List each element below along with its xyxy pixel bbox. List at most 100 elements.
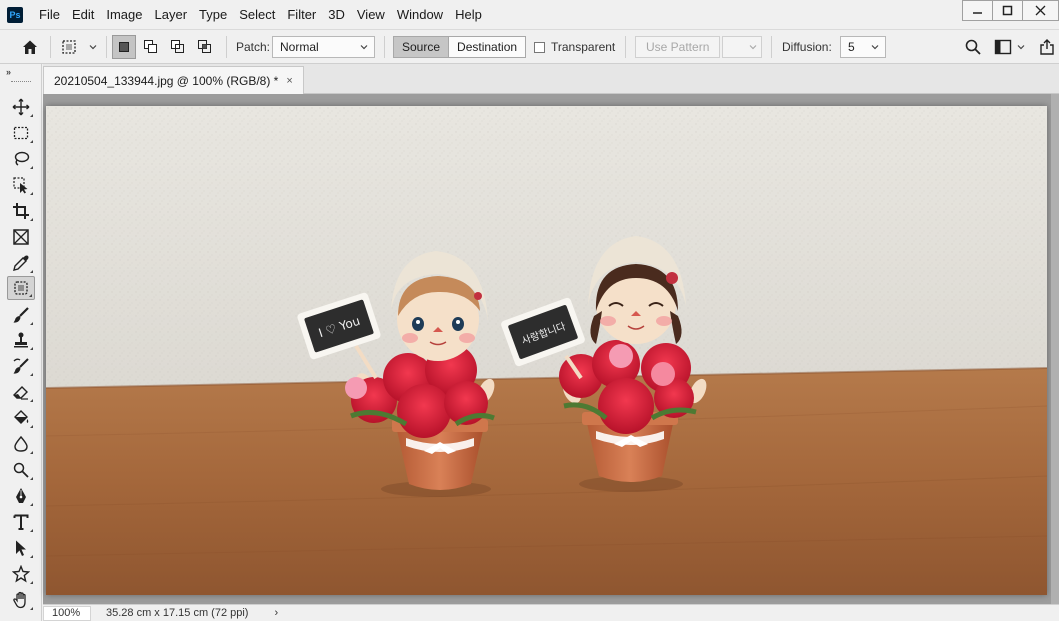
pen-icon [16,488,26,503]
subtract-from-selection-button[interactable] [166,35,190,59]
close-icon [1035,5,1046,16]
menu-3d[interactable]: 3D [322,0,351,29]
source-button[interactable]: Source [394,37,449,57]
pen-tool[interactable] [7,484,35,508]
menu-view[interactable]: View [351,0,391,29]
move-tool[interactable] [7,95,35,119]
eraser-tool[interactable] [7,380,35,404]
chevron-down-icon [89,45,97,50]
pattern-picker[interactable] [722,36,762,58]
patch-tool[interactable] [7,276,35,300]
menu-image[interactable]: Image [100,0,148,29]
diffusion-label: Diffusion: [782,40,832,54]
workspace-switcher[interactable] [994,30,1026,64]
document-tab[interactable]: 20210504_133944.jpg @ 100% (RGB/8) * × [43,66,304,94]
document-tab-bar: 20210504_133944.jpg @ 100% (RGB/8) * × [43,64,1059,94]
minimize-icon [973,12,982,14]
window-controls [962,0,1059,22]
type-tool[interactable] [7,510,35,534]
share-button[interactable] [1039,30,1055,64]
dodge-icon [13,462,29,478]
dodge-tool[interactable] [7,458,35,482]
document-tab-title: 20210504_133944.jpg @ 100% (RGB/8) * [54,73,279,88]
crop-tool[interactable] [7,199,35,223]
home-button[interactable] [19,30,41,64]
photo-illustration: I ♡ You 사랑합니다 [46,106,1047,595]
frame-tool[interactable] [7,225,35,249]
chevron-down-icon [749,45,757,50]
subtract-selection-icon [171,40,184,53]
blur-tool[interactable] [7,432,35,456]
menu-filter[interactable]: Filter [281,0,322,29]
menu-layer[interactable]: Layer [149,0,194,29]
panel-grip[interactable] [11,81,31,83]
path-selection-tool[interactable] [7,536,35,560]
menu-bar: Ps File Edit Image Layer Type Select Fil… [0,0,1059,29]
patch-icon [14,281,28,295]
move-icon [12,98,30,116]
patch-mode-select[interactable]: Normal [272,36,375,58]
minimize-button[interactable] [962,0,993,21]
menu-window[interactable]: Window [391,0,449,29]
hand-tool[interactable] [7,588,35,612]
patch-mode-value: Normal [280,40,319,54]
eyedropper-tool[interactable] [7,251,35,275]
new-selection-button[interactable] [112,35,136,59]
intersect-selection-icon [198,40,211,53]
intersect-selection-button[interactable] [193,35,217,59]
diffusion-select[interactable]: 5 [840,36,886,58]
status-menu-arrow-icon[interactable]: › [274,607,278,619]
workspace-icon [994,39,1012,55]
hand-icon [13,591,26,609]
frame-icon [13,229,29,245]
paint-bucket-tool[interactable] [7,406,35,430]
vertical-scrollbar[interactable] [1051,94,1059,604]
zoom-level-field[interactable]: 100% [43,605,91,621]
new-selection-icon [119,42,129,52]
lasso-tool[interactable] [7,147,35,171]
search-button[interactable] [964,30,982,64]
brush-icon [13,307,29,323]
stamp-tool[interactable] [7,328,35,352]
menu-help[interactable]: Help [449,0,488,29]
shape-tool[interactable] [7,562,35,586]
patch-label: Patch: [236,40,271,54]
menu-file[interactable]: File [33,0,66,29]
search-icon [965,39,981,55]
close-button[interactable] [1022,0,1059,21]
source-destination-toggle: Source Destination [393,36,527,58]
transparent-checkbox-box[interactable] [534,41,545,53]
document-canvas-image[interactable]: I ♡ You 사랑합니다 [46,106,1047,595]
add-to-selection-button[interactable] [139,35,163,59]
menu-edit[interactable]: Edit [66,0,100,29]
paint-bucket-icon [14,410,29,424]
add-selection-icon [144,40,157,53]
tool-preset-picker[interactable] [60,30,98,64]
canvas-area[interactable]: I ♡ You 사랑합니다 [43,94,1059,604]
chevron-down-icon [871,45,879,50]
destination-button[interactable]: Destination [448,37,526,57]
menu-type[interactable]: Type [193,0,233,29]
object-selection-icon [13,177,28,194]
photoshop-logo-icon: Ps [7,6,23,23]
history-brush-tool[interactable] [7,354,35,378]
type-icon [13,514,29,530]
eraser-icon [13,386,28,400]
menu-select[interactable]: Select [233,0,281,29]
custom-shape-icon [12,565,30,583]
marquee-tool[interactable] [7,121,35,145]
status-bar: 100% 35.28 cm x 17.15 cm (72 ppi) › [43,604,1059,621]
share-icon [1040,39,1054,55]
maximize-button[interactable] [992,0,1023,21]
close-tab-icon[interactable]: × [286,75,292,87]
maximize-icon [1002,5,1013,16]
arrow-cursor-icon [16,540,26,556]
chevron-down-icon [360,45,368,50]
history-brush-icon [13,358,29,374]
blur-icon [14,435,28,452]
use-pattern-button[interactable]: Use Pattern [635,36,721,58]
object-selection-tool[interactable] [7,173,35,197]
expand-panel-icon[interactable]: ›› [6,67,11,77]
transparent-checkbox[interactable]: Transparent [534,30,615,64]
brush-tool[interactable] [7,303,35,327]
